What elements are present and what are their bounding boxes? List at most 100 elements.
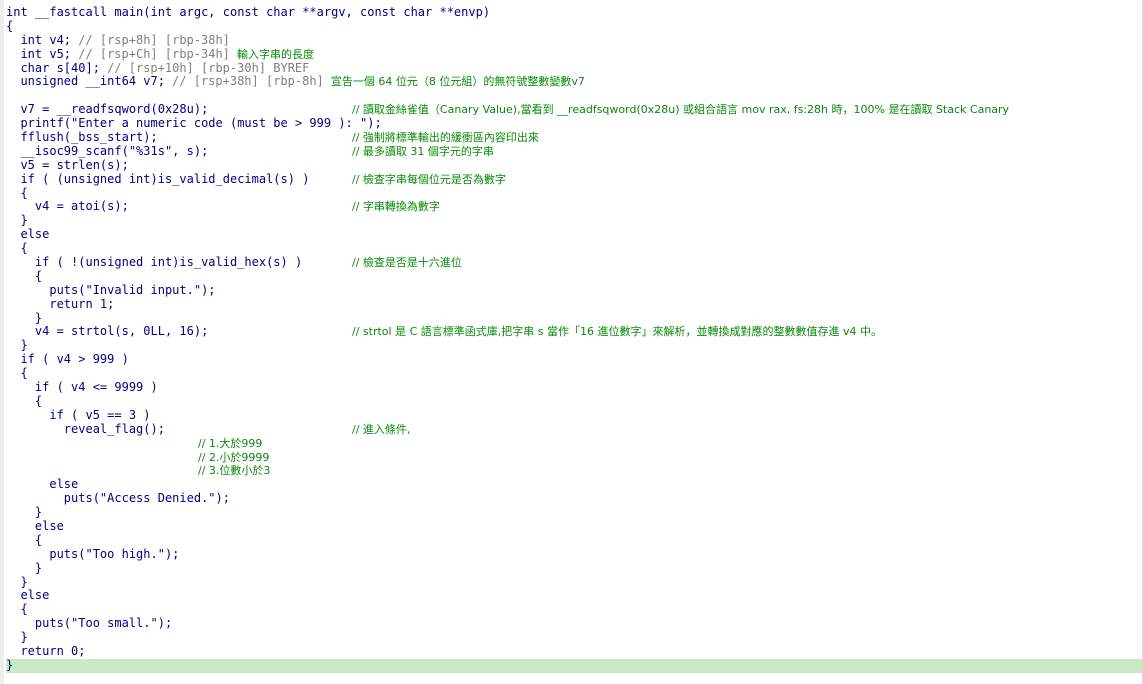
code-line[interactable]: if ( v5 == 3 ) (6, 408, 1143, 423)
code-line[interactable]: // 2.小於9999 (6, 451, 1143, 465)
code-line[interactable]: fflush(_bss_start); // 強制將標準輸出的緩衝區內容印出來 (6, 130, 1143, 145)
code-text: char s[40]; (6, 60, 108, 75)
code-line[interactable]: { (6, 366, 1143, 381)
code-text: v7 = __readfsqword(0x28u); (6, 102, 209, 117)
code-line[interactable]: puts("Access Denied."); (6, 491, 1143, 506)
code-comment: // 3.位數小於3 (198, 464, 271, 478)
code-text: { (6, 532, 43, 547)
code-comment: // 強制將標準輸出的緩衝區內容印出來 (352, 131, 539, 145)
code-text: __isoc99_scanf("%31s", s); (6, 143, 209, 158)
code-line[interactable]: int __fastcall main(int argc, const char… (6, 5, 1143, 20)
code-line[interactable]: puts("Invalid input."); (6, 282, 1143, 298)
code-comment: // 2.小於9999 (198, 450, 270, 464)
code-text: printf("Enter a numeric code (must be > … (6, 116, 382, 131)
code-line[interactable]: else (6, 477, 1143, 492)
code-line[interactable]: } (6, 213, 1143, 228)
code-line[interactable]: puts("Too small."); (6, 616, 1143, 631)
code-text: if ( (unsigned int)is_valid_decimal(s) ) (6, 171, 310, 186)
code-line[interactable]: return 1; (6, 296, 1143, 312)
code-text: else (6, 588, 50, 603)
code-text: else (6, 477, 79, 492)
code-line[interactable]: else (6, 518, 1143, 534)
editor-gutter (0, 0, 4, 684)
code-line[interactable]: if ( v4 <= 9999 ) (6, 380, 1143, 395)
code-line[interactable]: } (6, 574, 1143, 590)
code-line[interactable]: unsigned __int64 v7; // [rsp+38h] [rbp-8… (6, 75, 1143, 89)
code-line[interactable]: int v4; // [rsp+8h] [rbp-38h] (6, 33, 1143, 48)
code-line[interactable]: v7 = __readfsqword(0x28u); // 讀取金絲雀值（Cana… (6, 102, 1143, 117)
code-line[interactable]: } (6, 338, 1143, 353)
code-text: } (6, 338, 28, 353)
stack-offset-comment: // [rsp+38h] [rbp-8h] (172, 74, 331, 89)
code-text: puts("Invalid input."); (6, 282, 216, 297)
code-text: } (6, 310, 43, 325)
code-line[interactable]: } (6, 310, 1143, 326)
code-text: } (6, 657, 14, 672)
code-line[interactable]: v5 = strlen(s); (6, 157, 1143, 173)
code-text: { (6, 366, 28, 381)
code-comment: // strtol 是 C 語言標準函式庫,把字串 s 當作「16 進位數字」來… (352, 325, 882, 339)
code-text: int v5; (6, 46, 79, 61)
code-text: if ( v4 > 999 ) (6, 352, 129, 367)
code-line[interactable]: } (6, 505, 1143, 520)
inline-comment: 宣告一個 64 位元（8 位元組）的無符號整數變數v7 (330, 75, 585, 89)
code-line[interactable]: else (6, 589, 1143, 603)
code-text: fflush(_bss_start); (6, 130, 158, 145)
code-line[interactable]: __isoc99_scanf("%31s", s); // 最多讀取 31 個字元… (6, 143, 1143, 159)
code-line[interactable]: { (6, 19, 1143, 34)
pseudocode-view[interactable]: int __fastcall main(int argc, const char… (0, 0, 1143, 684)
code-comment: // 1.大於999 (198, 436, 263, 450)
stack-offset-comment: // [rsp+10h] [rbp-30h] BYREF (107, 60, 310, 75)
code-line[interactable]: { (6, 602, 1143, 617)
code-text: if ( v4 <= 9999 ) (6, 380, 158, 395)
code-text: puts("Too high."); (6, 546, 180, 561)
code-text: } (6, 574, 28, 589)
code-text: { (6, 268, 43, 283)
code-comment: // 字串轉換為數字 (352, 200, 440, 214)
code-line[interactable]: int v5; // [rsp+Ch] [rbp-34h] 輸入字串的長度 (6, 46, 1143, 62)
code-line[interactable] (6, 89, 1143, 103)
code-line[interactable]: else (6, 227, 1143, 242)
code-text: { (6, 393, 43, 408)
code-comment: // 檢查是否是十六進位 (352, 256, 462, 270)
code-text: } (6, 560, 43, 575)
code-line[interactable]: } (6, 657, 1143, 673)
code-line[interactable]: // 3.位數小於3 (6, 464, 1143, 478)
code-line[interactable]: { (6, 241, 1143, 256)
code-text: } (6, 505, 43, 520)
code-line[interactable]: char s[40]; // [rsp+10h] [rbp-30h] BYREF (6, 60, 1143, 76)
code-text: if ( !(unsigned int)is_valid_hex(s) ) (6, 255, 303, 270)
code-line[interactable]: } (6, 560, 1143, 576)
stack-offset-comment: // [rsp+Ch] [rbp-34h] (78, 46, 238, 61)
code-line[interactable]: v4 = strtol(s, 0LL, 16); // strtol 是 C 語言… (6, 325, 1143, 339)
code-line[interactable]: if ( v4 > 999 ) (6, 352, 1143, 367)
code-line[interactable]: if ( (unsigned int)is_valid_decimal(s) )… (6, 171, 1143, 187)
code-comment: // 最多讀取 31 個字元的字串 (352, 144, 494, 158)
code-line[interactable]: return 0; (6, 643, 1143, 659)
code-line[interactable]: puts("Too high."); (6, 546, 1143, 562)
code-text: { (6, 241, 28, 256)
code-text: puts("Access Denied."); (6, 491, 230, 506)
code-text: v4 = atoi(s); (6, 199, 129, 214)
code-text: return 1; (6, 296, 115, 311)
code-text: return 0; (6, 643, 86, 658)
code-line[interactable]: if ( !(unsigned int)is_valid_hex(s) ) // … (6, 255, 1143, 270)
code-line[interactable]: { (6, 532, 1143, 548)
code-area[interactable]: int __fastcall main(int argc, const char… (6, 5, 1143, 673)
code-comment: // 讀取金絲雀值（Canary Value),當看到 __readfsqwor… (352, 103, 1010, 117)
code-line[interactable]: printf("Enter a numeric code (must be > … (6, 116, 1143, 131)
code-line[interactable]: { (6, 393, 1143, 409)
code-line[interactable]: { (6, 186, 1143, 201)
code-line[interactable]: } (6, 630, 1143, 645)
code-comment: // 進入條件, (352, 422, 411, 436)
code-line[interactable]: { (6, 268, 1143, 284)
code-text: else (6, 518, 64, 533)
code-text: { (6, 602, 28, 617)
code-text: unsigned __int64 v7; (6, 74, 173, 89)
code-comment: // 檢查字串每個位元是否為數字 (352, 172, 506, 186)
code-line[interactable]: v4 = atoi(s); // 字串轉換為數字 (6, 200, 1143, 214)
code-line[interactable]: reveal_flag(); // 進入條件, (6, 422, 1143, 437)
code-text: v5 = strlen(s); (6, 157, 129, 172)
code-line[interactable]: // 1.大於999 (6, 437, 1143, 451)
code-text: else (6, 227, 50, 242)
